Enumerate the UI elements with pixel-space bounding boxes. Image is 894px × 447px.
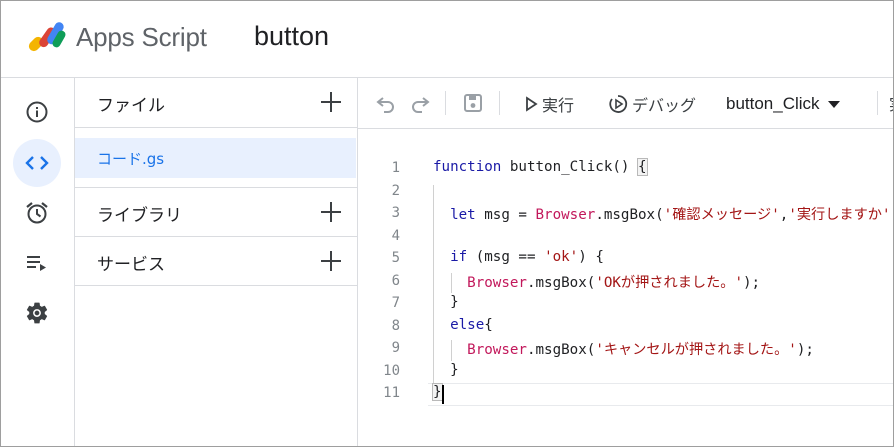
run-label: 実行 <box>542 96 575 115</box>
apps-script-window: Apps Script button ファイル コード.gs ライブラリ サービ… <box>0 0 894 447</box>
code-line: 8 else{ <box>358 316 893 339</box>
code-text: function button_Click() { <box>433 158 648 176</box>
top-header: Apps Script button <box>1 1 893 78</box>
overview-button[interactable] <box>13 88 61 136</box>
line-number: 3 <box>391 205 400 221</box>
line-number: 2 <box>391 182 400 199</box>
indent-guide <box>433 184 434 383</box>
save-icon[interactable] <box>461 91 485 115</box>
line-number: 9 <box>391 340 400 356</box>
code-line: 2 <box>358 181 893 204</box>
toolbar-separator <box>499 91 500 115</box>
toolbar-separator <box>445 91 446 115</box>
code-editor-pane: 実行 デバッグ button_Click 実 1 function button_… <box>358 78 893 446</box>
code-line: 6 Browser.msgBox('OKが押されました。'); <box>358 271 893 294</box>
files-label: ファイル <box>97 96 165 116</box>
function-select-value: button_Click <box>726 94 820 113</box>
code-text: Browser.msgBox('キャンセルが押されました。'); <box>467 342 814 358</box>
files-panel: ファイル コード.gs ライブラリ サービス <box>75 78 358 446</box>
redo-icon[interactable] <box>408 91 432 115</box>
services-section-header: サービス <box>75 237 357 286</box>
code-line: 10 } <box>358 361 893 384</box>
line-number: 7 <box>391 295 400 311</box>
code-text: else{ <box>450 316 493 333</box>
code-text: } <box>433 294 459 310</box>
line-number: 8 <box>391 317 400 334</box>
debug-icon <box>609 95 628 113</box>
code-line: 9 Browser.msgBox('キャンセルが押されました。'); <box>358 338 893 361</box>
line-number: 11 <box>383 385 400 401</box>
line-number: 6 <box>391 272 400 289</box>
project-title[interactable]: button <box>254 21 329 52</box>
editor-toolbar: 実行 デバッグ button_Click 実 <box>358 78 893 129</box>
alarm-clock-icon <box>26 202 48 224</box>
executions-list-icon <box>27 256 46 271</box>
code-text: let msg = Browser.msgBox('確認メッセージ','実行しま… <box>450 207 893 223</box>
indent-guide <box>451 340 452 361</box>
undo-icon[interactable] <box>374 91 398 115</box>
executions-button[interactable] <box>13 239 61 287</box>
code-text: if (msg == 'ok') { <box>450 249 604 265</box>
toolbar-separator <box>877 91 878 115</box>
code-line: 3 let msg = Browser.msgBox('確認メッセージ','実行… <box>358 203 893 226</box>
run-button[interactable]: 実行 <box>524 91 574 117</box>
files-section-header: ファイル <box>75 78 357 127</box>
file-item-label: コード.gs <box>97 150 165 168</box>
code-line: 1 function button_Click() { <box>358 158 893 181</box>
code-line: 7 } <box>358 293 893 316</box>
dropdown-caret-icon <box>827 100 840 108</box>
triggers-button[interactable] <box>13 189 61 237</box>
add-service-plus-icon[interactable] <box>319 249 343 273</box>
left-nav-rail <box>1 78 75 446</box>
line-number: 10 <box>383 362 400 379</box>
code-text: Browser.msgBox('OKが押されました。'); <box>467 274 761 291</box>
function-select[interactable]: button_Click <box>726 92 840 116</box>
libraries-section-header: ライブラリ <box>75 188 357 237</box>
add-file-plus-icon[interactable] <box>319 90 343 114</box>
file-item-code-gs[interactable]: コード.gs <box>75 138 356 178</box>
debug-label: デバッグ <box>632 96 697 115</box>
libraries-label: ライブラリ <box>97 206 182 226</box>
code-text: } <box>432 383 443 401</box>
code-line: 11} <box>358 383 893 406</box>
editor-button[interactable] <box>13 139 61 187</box>
text-cursor <box>442 385 444 404</box>
add-library-plus-icon[interactable] <box>319 200 343 224</box>
services-label: サービス <box>97 255 165 275</box>
code-area[interactable]: 1 function button_Click() { 2 3 let msg = B… <box>358 158 893 408</box>
divider <box>75 285 357 286</box>
code-line: 4 <box>358 226 893 249</box>
line-number: 5 <box>391 250 400 266</box>
divider <box>75 127 357 128</box>
line-number: 4 <box>391 227 400 244</box>
toolbar-overflow-label[interactable]: 実 <box>889 91 893 115</box>
gear-icon <box>26 302 48 324</box>
debug-button[interactable]: デバッグ <box>608 91 696 117</box>
info-icon <box>26 101 48 123</box>
play-icon <box>526 96 538 112</box>
code-line: 5 if (msg == 'ok') { <box>358 248 893 271</box>
indent-guide <box>451 272 452 293</box>
apps-script-logo <box>28 22 66 52</box>
settings-button[interactable] <box>13 289 61 337</box>
line-number: 1 <box>391 160 400 176</box>
app-title[interactable]: Apps Script <box>76 22 207 53</box>
code-icon <box>25 156 49 170</box>
code-text: } <box>433 361 459 378</box>
